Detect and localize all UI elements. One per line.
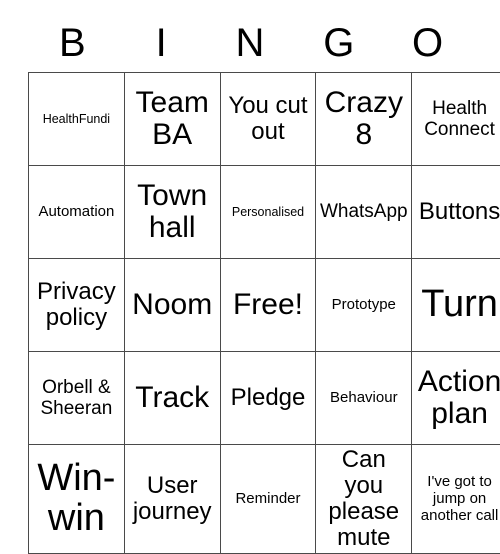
bingo-cell-label: You cut out [224,93,313,145]
bingo-cell[interactable]: HealthFundi [29,73,125,166]
bingo-row: HealthFundi Team BA You cut out Crazy 8 … [29,73,500,166]
bingo-row: Privacy policy Noom Free! Prototype Turn [29,259,500,352]
bingo-cell[interactable]: Prototype [316,259,412,352]
bingo-header-letter-n: N [206,23,295,63]
bingo-cell[interactable]: User journey [124,445,220,554]
bingo-cell[interactable]: Privacy policy [29,259,125,352]
bingo-cell[interactable]: Action plan [412,352,500,445]
bingo-cell-label: Health Connect [415,98,500,141]
bingo-cell-label: Win-win [32,459,121,538]
bingo-cell-label: Reminder [224,490,313,507]
bingo-cell[interactable]: Automation [29,166,125,259]
bingo-cell[interactable]: Health Connect [412,73,500,166]
bingo-card: B I N G O HealthFundi Team BA You cut ou… [28,14,472,518]
bingo-cell-label: Can you please mute [319,447,408,551]
bingo-cell-free[interactable]: Free! [220,259,316,352]
bingo-cell[interactable]: Personalised [220,166,316,259]
bingo-row: Win-win User journey Reminder Can you pl… [29,445,500,554]
bingo-cell-label: Action plan [415,366,500,430]
bingo-cell[interactable]: Team BA [124,73,220,166]
bingo-cell-label: Privacy policy [32,279,121,331]
bingo-cell-label: Turn [415,285,500,325]
bingo-cell-label: Noom [128,289,217,321]
bingo-cell[interactable]: You cut out [220,73,316,166]
bingo-header-row: B I N G O [28,14,472,72]
bingo-cell[interactable]: Win-win [29,445,125,554]
bingo-cell[interactable]: Town hall [124,166,220,259]
bingo-cell-label: Personalised [224,205,313,220]
bingo-cell[interactable]: Orbell & Sheeran [29,352,125,445]
bingo-cell-label: I've got to jump on another call [415,473,500,524]
bingo-header-letter-o: O [383,23,472,63]
bingo-cell-label: Town hall [128,180,217,244]
bingo-cell-label: Behaviour [319,389,408,406]
bingo-header-letter-b: B [28,23,117,63]
bingo-row: Automation Town hall Personalised WhatsA… [29,166,500,259]
bingo-cell-label: Orbell & Sheeran [32,377,121,420]
bingo-cell-label: HealthFundi [32,112,121,127]
bingo-cell-label: Buttons [415,199,500,225]
bingo-cell-label: Track [128,382,217,414]
bingo-cell[interactable]: Noom [124,259,220,352]
bingo-cell[interactable]: Behaviour [316,352,412,445]
bingo-cell-label: User journey [128,473,217,525]
bingo-cell-label: Pledge [224,385,313,411]
bingo-grid: HealthFundi Team BA You cut out Crazy 8 … [28,72,500,554]
bingo-cell-label: Prototype [319,296,408,313]
bingo-header-letter-g: G [294,23,383,63]
bingo-header-letter-i: I [117,23,206,63]
bingo-cell-label: Crazy 8 [319,87,408,151]
bingo-cell[interactable]: Crazy 8 [316,73,412,166]
bingo-cell[interactable]: Buttons [412,166,500,259]
bingo-row: Orbell & Sheeran Track Pledge Behaviour … [29,352,500,445]
bingo-cell[interactable]: I've got to jump on another call [412,445,500,554]
bingo-cell[interactable]: Turn [412,259,500,352]
bingo-cell[interactable]: Reminder [220,445,316,554]
bingo-cell[interactable]: Can you please mute [316,445,412,554]
bingo-cell[interactable]: Pledge [220,352,316,445]
bingo-cell-label: WhatsApp [319,201,408,222]
bingo-cell-label: Team BA [128,87,217,151]
bingo-cell[interactable]: Track [124,352,220,445]
bingo-cell[interactable]: WhatsApp [316,166,412,259]
bingo-cell-label: Free! [224,289,313,321]
bingo-cell-label: Automation [32,203,121,220]
